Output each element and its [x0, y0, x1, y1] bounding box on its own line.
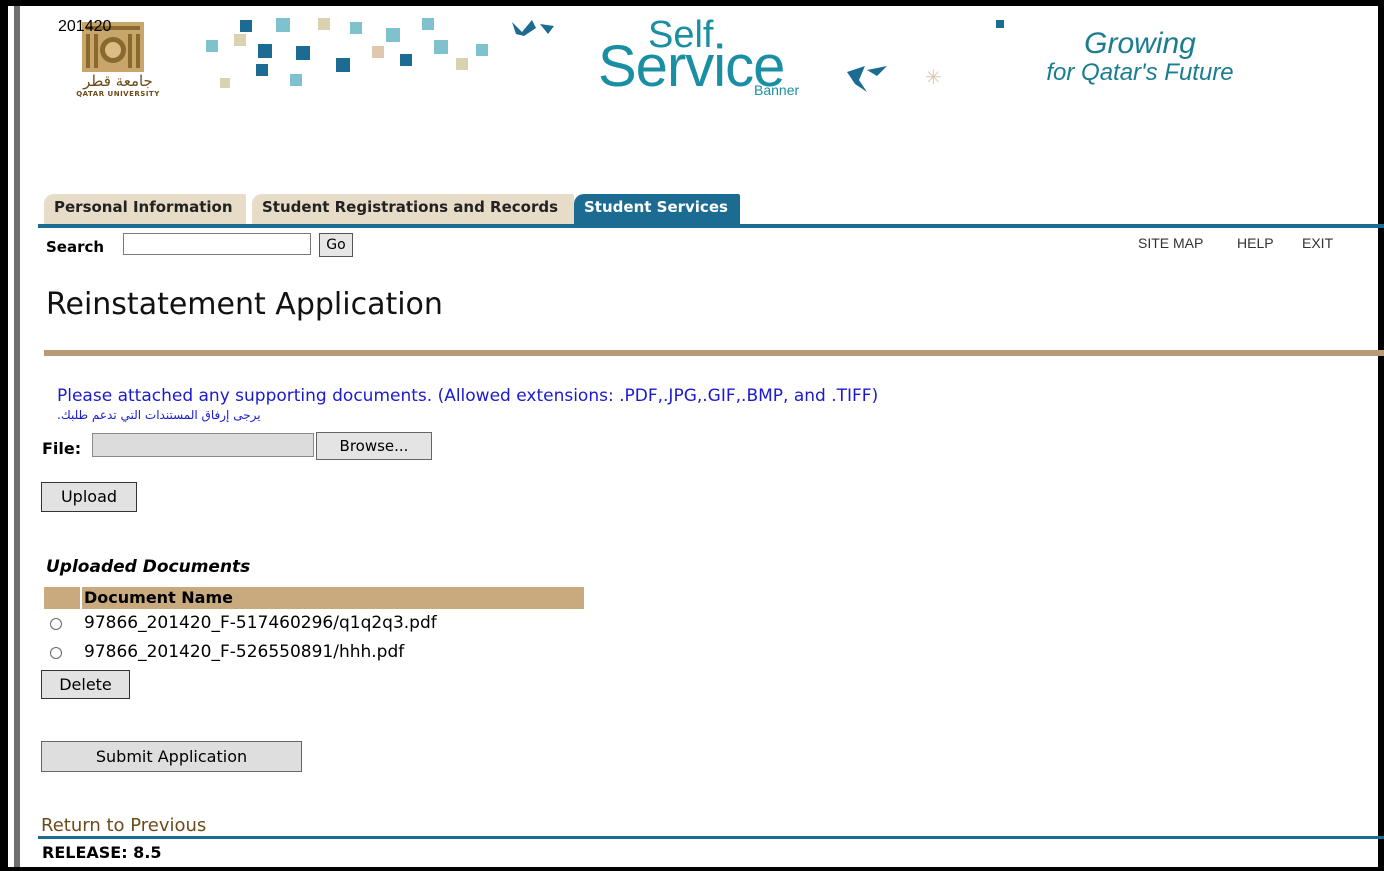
decorative-pattern-icon — [206, 18, 554, 88]
submit-application-button[interactable]: Submit Application — [41, 741, 302, 772]
help-link[interactable]: HELP — [1237, 235, 1274, 251]
upload-instructions-ar: .يرجى إرفاق المستندات التي تدعم طلبك — [57, 408, 261, 422]
tab-student-services[interactable]: Student Services — [574, 194, 740, 224]
tab-underline — [38, 224, 1384, 228]
page-title: Reinstatement Application — [46, 287, 443, 322]
go-button[interactable]: Go — [319, 233, 353, 257]
window-frame-right — [1378, 0, 1384, 871]
footer-divider — [38, 836, 1384, 839]
document-name: 97866_201420_F-517460296/q1q2q3.pdf — [84, 613, 437, 633]
title-divider — [44, 350, 1384, 356]
tab-personal-information[interactable]: Personal Information — [44, 194, 246, 224]
document-select-radio[interactable] — [50, 647, 62, 659]
upload-instructions-en: Please attached any supporting documents… — [57, 386, 879, 406]
file-path-field[interactable] — [92, 433, 314, 457]
term-code: 201420 — [58, 18, 112, 35]
tab-student-registrations-and-records[interactable]: Student Registrations and Records — [252, 194, 574, 224]
browse-button[interactable]: Browse... — [316, 432, 432, 460]
document-name: 97866_201420_F-526550891/hhh.pdf — [84, 642, 405, 662]
uploaded-documents-heading: Uploaded Documents — [46, 557, 251, 577]
university-name-ar: جامعة قطر — [83, 72, 153, 90]
document-name-column-header: Document Name — [82, 587, 584, 609]
delete-button[interactable]: Delete — [41, 670, 130, 699]
release-version: RELEASE: 8.5 — [42, 843, 162, 862]
search-input[interactable] — [123, 233, 311, 255]
university-name-en: QATAR UNIVERSITY — [76, 90, 160, 98]
logo-banner-text: Banner — [754, 82, 800, 98]
table-header-select-column — [44, 587, 80, 609]
document-select-radio[interactable] — [50, 618, 62, 630]
tagline-line-1: Growing — [1084, 27, 1196, 60]
tagline: Growing for Qatar's Future — [1000, 28, 1280, 86]
exit-link[interactable]: EXIT — [1302, 235, 1333, 251]
search-label: Search — [46, 238, 105, 256]
window-frame-top — [0, 0, 1384, 6]
svg-text:✳: ✳ — [925, 65, 942, 89]
upload-button[interactable]: Upload — [41, 482, 137, 512]
window-frame-left — [0, 0, 8, 871]
site-map-link[interactable]: SITE MAP — [1138, 235, 1203, 251]
file-label: File: — [42, 439, 82, 458]
self-service-banner-logo: Self Service Banner — [598, 16, 828, 106]
window-frame-left-inner — [14, 6, 20, 871]
return-to-previous-link[interactable]: Return to Previous — [41, 815, 206, 836]
leaf-ornament-icon: ✳ — [847, 65, 942, 92]
tagline-line-2: for Qatar's Future — [1046, 59, 1234, 86]
window-frame-bottom — [0, 867, 1384, 871]
